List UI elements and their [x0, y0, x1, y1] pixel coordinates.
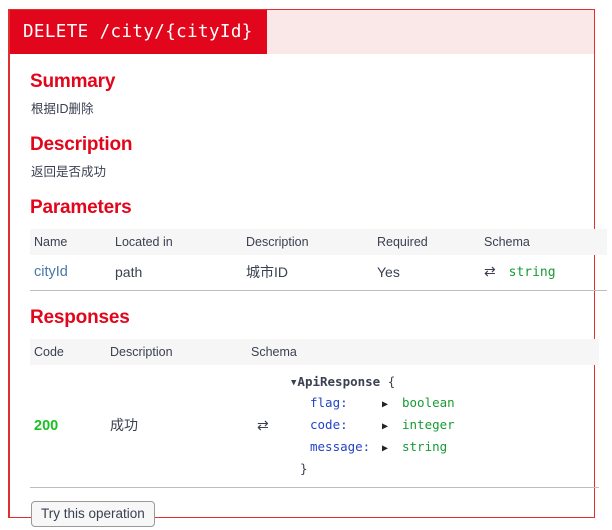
http-method-label: DELETE [23, 22, 89, 42]
responses-header-row: Code Description Schema [30, 338, 599, 365]
parameter-schema-cell: ⇄ string [480, 254, 607, 291]
column-header-required: Required [373, 228, 480, 255]
parameter-description-cell: 城市ID [242, 254, 373, 291]
column-header-schema: Schema [480, 228, 607, 255]
responses-heading: Responses [30, 306, 130, 328]
operation-body: Summary 根据ID删除 Description 返回是否成功 Parame… [10, 71, 607, 527]
column-header-response-description: Description [106, 338, 247, 365]
swap-icon[interactable]: ⇄ [484, 263, 496, 280]
parameters-table: Name Located in Description Required Sch… [30, 228, 607, 291]
column-header-description: Description [242, 228, 373, 255]
description-heading: Description [30, 134, 133, 156]
model-property-row: message: ▶ string [291, 437, 455, 459]
table-row: cityId path 城市ID Yes ⇄ string [30, 254, 607, 291]
column-header-code: Code [30, 338, 106, 365]
summary-heading: Summary [30, 71, 116, 92]
operation-panel: DELETE /city/{cityId} Summary 根据ID删除 Des… [8, 9, 607, 527]
try-this-operation-button[interactable]: Try this operation [31, 500, 155, 527]
column-header-response-schema: Schema [247, 338, 599, 365]
chevron-right-icon[interactable]: ▶ [382, 417, 402, 437]
operation-path-label: /city/{cityId} [99, 22, 253, 42]
model-name: ApiResponse [297, 373, 381, 389]
model-header-line[interactable]: ▼ApiResponse { [291, 372, 455, 393]
property-key: flag: [310, 394, 348, 410]
chevron-right-icon[interactable]: ▶ [382, 395, 402, 415]
model-property-row: code: ▶ integer [291, 415, 455, 437]
chevron-right-icon[interactable]: ▶ [382, 439, 402, 459]
model-open-brace: { [387, 373, 396, 389]
actions-row: Try this operation [31, 500, 584, 527]
parameter-located-in-cell: path [111, 254, 242, 291]
parameters-heading: Parameters [30, 197, 132, 219]
table-row: 200 成功 ⇄ ▼ApiResponse {flag: ▶ boolean … [30, 364, 599, 488]
description-text: 返回是否成功 [31, 164, 107, 179]
response-code-cell: 200 [30, 364, 106, 488]
responses-table: Code Description Schema 200 成功 ⇄ ▼ApiRes… [30, 338, 599, 488]
response-description-cell: 成功 [106, 364, 247, 488]
column-header-located-in: Located in [111, 228, 242, 255]
model-close-brace: } [300, 460, 308, 476]
operation-header[interactable]: DELETE /city/{cityId} [10, 10, 594, 54]
response-code: 200 [34, 417, 59, 434]
swap-icon[interactable]: ⇄ [251, 417, 291, 434]
property-type: boolean [402, 394, 455, 410]
parameter-required-cell: Yes [373, 254, 480, 291]
property-type: string [402, 438, 448, 454]
model-tree: ▼ApiResponse { flag: ▶ boolean code: ▶ integ… [291, 372, 455, 479]
property-key: message: [310, 438, 371, 454]
chevron-down-icon[interactable]: ▼ [291, 378, 296, 388]
parameter-name-link[interactable]: cityId [34, 264, 68, 280]
operation-header-filler [266, 10, 594, 54]
summary-text: 根据ID删除 [31, 101, 94, 116]
operation-method-path: DELETE /city/{cityId} [10, 10, 267, 54]
parameter-name-cell: cityId [30, 254, 111, 291]
model-property-row: flag: ▶ boolean [291, 393, 455, 415]
parameters-header-row: Name Located in Description Required Sch… [30, 228, 607, 255]
column-header-name: Name [30, 228, 111, 255]
property-type: integer [402, 416, 455, 432]
property-key: code: [310, 416, 348, 432]
response-schema-cell: ⇄ ▼ApiResponse { flag: ▶ boolean code: ▶… [247, 364, 599, 488]
parameter-schema-type: string [508, 265, 556, 281]
